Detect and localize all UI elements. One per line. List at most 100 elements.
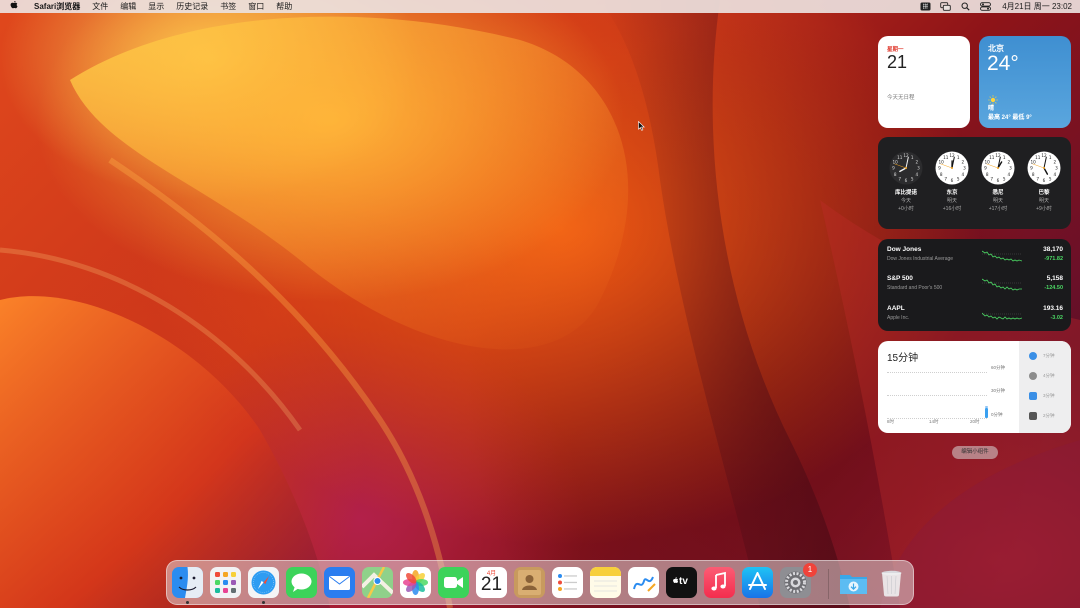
- menu-app-name[interactable]: Safari浏览器: [28, 1, 86, 12]
- dock-finder[interactable]: [172, 567, 203, 598]
- menu-bookmarks[interactable]: 书签: [214, 1, 242, 12]
- app-usage-row: 4分钟: [1029, 371, 1069, 381]
- app-usage-row: 2分钟: [1029, 411, 1069, 421]
- stock-row-sp500[interactable]: S&P 500 Standard and Poor's 500 5,158 -1…: [887, 275, 1063, 297]
- dock-messages[interactable]: [286, 567, 317, 598]
- menu-window[interactable]: 窗口: [242, 1, 270, 12]
- clock-numeral: 7: [944, 176, 947, 181]
- calendar-widget[interactable]: 星期一 21 今天无日程: [878, 36, 970, 128]
- mouse-pointer-icon: [638, 121, 645, 131]
- clock-numeral: 1: [957, 155, 960, 160]
- clock-numeral: 3: [917, 166, 920, 171]
- screen-time-total: 15分钟: [887, 353, 919, 364]
- app-usage-time: 7分钟: [1043, 353, 1055, 358]
- clock-numeral: 9: [1030, 166, 1033, 171]
- clock-numeral: 10: [1030, 159, 1036, 164]
- app-usage-time: 2分钟: [1043, 413, 1055, 418]
- usage-bar: [985, 408, 988, 418]
- clock-sydney: 1 2 3 4 5 6 7 8 9 10 11 12 悉尼 明天 +17小时: [979, 151, 1017, 212]
- finder-icon: [172, 567, 203, 598]
- clock-numeral: 5: [957, 176, 960, 181]
- dock-maps[interactable]: [362, 567, 393, 598]
- dock-trash[interactable]: [876, 567, 907, 598]
- dock-music[interactable]: [704, 567, 735, 598]
- stock-row-aapl[interactable]: AAPL Apple Inc. 193.16 -3.02: [887, 305, 1063, 327]
- music-icon: [704, 567, 735, 598]
- dock-downloads[interactable]: [838, 567, 869, 598]
- dock-apple-tv[interactable]: tv: [666, 567, 697, 598]
- analog-clock-icon: 1234567891011 12: [1027, 151, 1061, 185]
- apple-menu-icon[interactable]: [0, 0, 28, 12]
- x-axis-label: 14时: [929, 419, 939, 424]
- clock-day: 明天: [1038, 198, 1049, 204]
- safari-icon: [248, 567, 279, 598]
- clock-paris: 1 2 3 4 5 6 7 8 9 10 11 12 巴黎 明天 +9小时: [1025, 151, 1063, 212]
- clock-numeral: 3: [1055, 166, 1058, 171]
- clock-numeral: 4: [1007, 172, 1010, 177]
- dock-notes[interactable]: [590, 567, 621, 598]
- freeform-icon: [628, 567, 659, 598]
- y-axis-label: 0分钟: [991, 412, 1003, 417]
- weather-condition: 晴: [988, 106, 995, 112]
- stock-name: Dow Jones Industrial Average: [887, 256, 954, 262]
- y-axis-label: 30分钟: [991, 388, 1006, 393]
- notification-badge: 1: [803, 563, 817, 577]
- clock-numeral: 6: [1043, 178, 1046, 183]
- input-method-icon[interactable]: 拼: [920, 2, 931, 11]
- dock-launchpad[interactable]: [210, 567, 241, 598]
- clock-numeral: 9: [892, 166, 895, 171]
- search-icon[interactable]: [960, 2, 971, 11]
- menu-history[interactable]: 历史记录: [170, 1, 214, 12]
- weather-widget[interactable]: 北京 24° 晴 最高 24° 最低 9°: [979, 36, 1071, 128]
- dock-separator: [828, 569, 829, 599]
- clock-numeral: 11: [1035, 155, 1041, 160]
- dock-safari[interactable]: [248, 567, 279, 598]
- app-usage-row: 7分钟: [1029, 351, 1069, 361]
- apple-tv-label: tv: [679, 576, 688, 587]
- stock-symbol: AAPL: [887, 305, 905, 312]
- clock-numeral: 2: [1053, 159, 1056, 164]
- clock-numeral: 10: [892, 159, 898, 164]
- clock-numeral: 5: [1049, 176, 1052, 181]
- dock-photos[interactable]: [400, 567, 431, 598]
- menu-help[interactable]: 帮助: [270, 1, 298, 12]
- menu-view[interactable]: 显示: [142, 1, 170, 12]
- sparkline-chart: [982, 312, 1022, 320]
- stocks-widget[interactable]: Dow Jones Dow Jones Industrial Average 3…: [878, 239, 1071, 331]
- clock-numeral: 7: [990, 176, 993, 181]
- dock-calendar[interactable]: 4月 21: [476, 567, 507, 598]
- maps-icon: [362, 567, 393, 598]
- stock-row-dow[interactable]: Dow Jones Dow Jones Industrial Average 3…: [887, 246, 1063, 268]
- mail-icon: [324, 567, 355, 598]
- dock-mail[interactable]: [324, 567, 355, 598]
- clock-offset: +16小时: [942, 206, 962, 212]
- menubar-clock[interactable]: 4月21日 周一 23:02: [1000, 1, 1072, 12]
- control-center-icon[interactable]: [980, 2, 992, 11]
- facetime-icon: [438, 567, 469, 598]
- world-clock-widget[interactable]: 1 2 3 4 5 6 7 8 9 10 11 12 库比提诺 今天 +0小时 1 2 3 4 5 6 7 8 9 10…: [878, 137, 1071, 229]
- stock-symbol: S&P 500: [887, 275, 913, 282]
- analog-clock-icon: 1234567891011 12: [935, 151, 969, 185]
- dock-facetime[interactable]: [438, 567, 469, 598]
- clock-numeral: 8: [894, 172, 897, 177]
- dock-freeform[interactable]: [628, 567, 659, 598]
- edit-widgets-button[interactable]: 编辑小组件: [952, 446, 998, 459]
- stock-name: Standard and Poor's 500: [887, 285, 943, 291]
- stock-change: -3.02: [1050, 315, 1063, 321]
- screen-time-apps: 7分钟 4分钟 3分钟 2分钟: [1019, 341, 1071, 433]
- x-axis-label: 20时: [970, 419, 980, 424]
- dock-contacts[interactable]: [514, 567, 545, 598]
- menu-edit[interactable]: 编辑: [114, 1, 142, 12]
- dock-app-store[interactable]: [742, 567, 773, 598]
- screen-time-chart: 15分钟 60分钟 30分钟 0分钟 8时 14时 20时: [878, 341, 1019, 433]
- calendar-date: 21: [480, 574, 503, 595]
- screen-mirroring-icon[interactable]: [940, 2, 951, 11]
- stock-change: -971.82: [1044, 256, 1063, 262]
- clock-numeral: 2: [915, 159, 918, 164]
- clock-numeral: 2: [1007, 159, 1010, 164]
- menu-file[interactable]: 文件: [86, 1, 114, 12]
- clock-numeral: 8: [986, 172, 989, 177]
- screen-time-widget[interactable]: 15分钟 60分钟 30分钟 0分钟 8时 14时 20时 7分钟 4分钟 3分…: [878, 341, 1071, 433]
- weather-temperature: 24°: [987, 52, 1019, 75]
- dock-reminders[interactable]: [552, 567, 583, 598]
